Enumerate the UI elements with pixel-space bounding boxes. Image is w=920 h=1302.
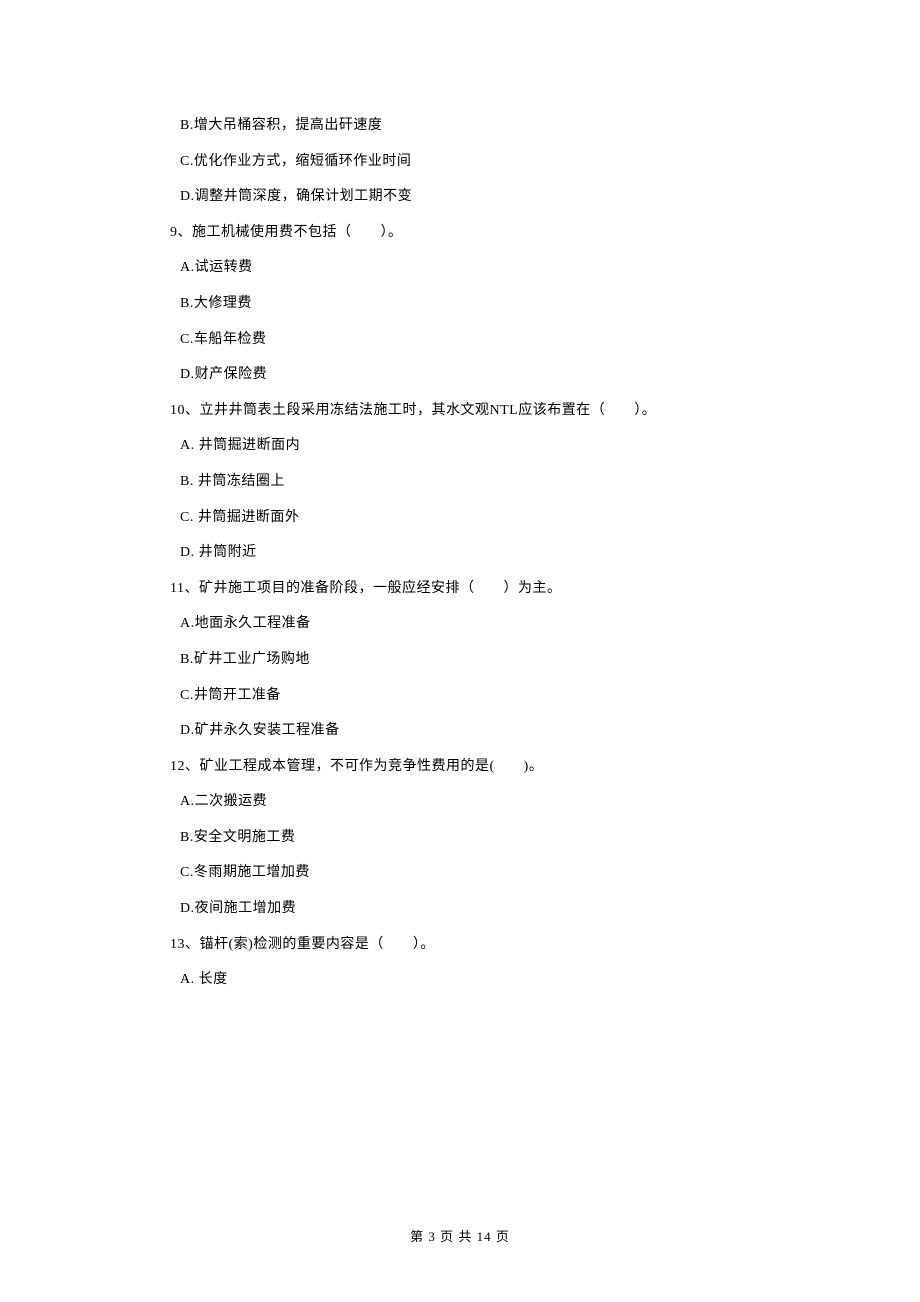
option-line: A.二次搬运费 [170, 792, 778, 812]
document-page: B.增大吊桶容积，提高出矸速度 C.优化作业方式，缩短循环作业时间 D.调整井筒深度… [0, 0, 920, 1302]
page-footer: 第 3 页 共 14 页 [0, 1228, 920, 1246]
option-line: D. 井筒附近 [170, 543, 778, 563]
option-line: A.试运转费 [170, 258, 778, 278]
option-line: D.夜间施工增加费 [170, 899, 778, 919]
option-line: D.调整井筒深度，确保计划工期不变 [170, 187, 778, 207]
content: B.增大吊桶容积，提高出矸速度 C.优化作业方式，缩短循环作业时间 D.调整井筒深度… [170, 116, 778, 990]
option-line: A. 长度 [170, 970, 778, 990]
question-line: 12、矿业工程成本管理，不可作为竞争性费用的是( )。 [170, 757, 778, 777]
option-line: A. 井筒掘进断面内 [170, 436, 778, 456]
question-line: 11、矿井施工项目的准备阶段，一般应经安排（ ）为主。 [170, 579, 778, 599]
option-line: C.冬雨期施工增加费 [170, 863, 778, 883]
option-line: B. 井筒冻结圈上 [170, 472, 778, 492]
option-line: A.地面永久工程准备 [170, 614, 778, 634]
option-line: B.安全文明施工费 [170, 828, 778, 848]
question-line: 9、施工机械使用费不包括（ ）。 [170, 223, 778, 243]
option-line: D.矿井永久安装工程准备 [170, 721, 778, 741]
question-line: 10、立井井筒表土段采用冻结法施工时，其水文观NTL应该布置在（ ）。 [170, 401, 778, 421]
question-line: 13、锚杆(索)检测的重要内容是（ ）。 [170, 935, 778, 955]
option-line: C. 井筒掘进断面外 [170, 508, 778, 528]
option-line: C.车船年检费 [170, 330, 778, 350]
option-line: C.井筒开工准备 [170, 686, 778, 706]
option-line: B.矿井工业广场购地 [170, 650, 778, 670]
option-line: B.增大吊桶容积，提高出矸速度 [170, 116, 778, 136]
option-line: C.优化作业方式，缩短循环作业时间 [170, 152, 778, 172]
option-line: D.财产保险费 [170, 365, 778, 385]
option-line: B.大修理费 [170, 294, 778, 314]
